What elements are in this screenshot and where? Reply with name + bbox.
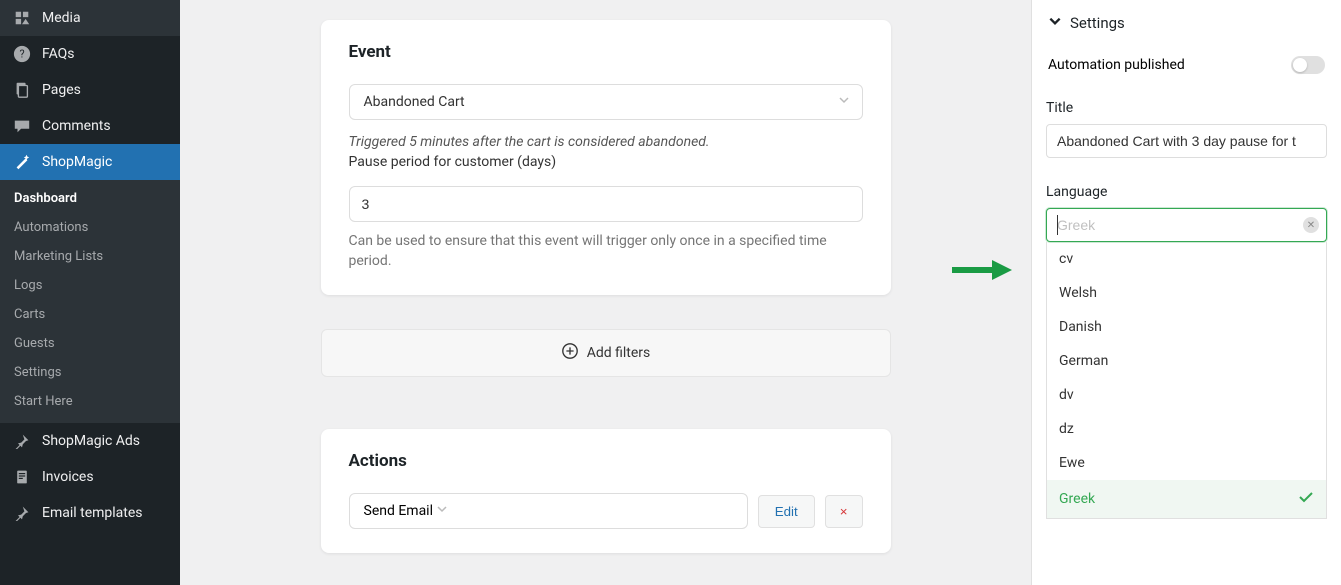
add-filters-label: Add filters (587, 345, 651, 361)
sidebar-label: FAQs (42, 46, 75, 62)
event-title: Event (349, 42, 863, 62)
language-option-selected[interactable]: Greek (1047, 480, 1326, 518)
settings-header-label: Settings (1070, 14, 1125, 32)
sidebar-label: Invoices (42, 469, 94, 485)
main-content: Event Abandoned Cart Triggered 5 minutes… (180, 0, 1031, 585)
title-input[interactable] (1046, 124, 1327, 158)
action-select[interactable]: Send Email (349, 493, 748, 529)
language-dropdown: cv Welsh Danish German dv dz Ewe Greek (1046, 242, 1327, 519)
sidebar-label: Pages (42, 82, 81, 98)
event-card: Event Abandoned Cart Triggered 5 minutes… (321, 20, 891, 295)
language-option[interactable]: German (1047, 344, 1326, 378)
chevron-down-icon (436, 503, 448, 519)
sidebar-item-shopmagic-ads[interactable]: ShopMagic Ads (0, 423, 180, 459)
settings-header[interactable]: Settings (1046, 0, 1327, 50)
language-option[interactable]: cv (1047, 242, 1326, 276)
help-icon: ? (12, 44, 32, 64)
sidebar-sub-dashboard[interactable]: Dashboard (0, 184, 180, 213)
clear-icon[interactable]: ✕ (1303, 217, 1319, 233)
settings-panel: Settings Automation published Title Lang… (1031, 0, 1341, 585)
language-label: Language (1046, 184, 1327, 200)
publish-label: Automation published (1048, 57, 1185, 73)
plus-circle-icon (561, 342, 579, 364)
delete-button[interactable]: × (825, 495, 863, 528)
sidebar-item-email-templates[interactable]: Email templates (0, 495, 180, 531)
language-option[interactable]: dv (1047, 378, 1326, 412)
sidebar-item-comments[interactable]: Comments (0, 108, 180, 144)
comments-icon (12, 116, 32, 136)
wand-icon (12, 152, 32, 172)
language-search-input[interactable] (1046, 208, 1327, 242)
media-icon (12, 8, 32, 28)
sidebar-label: ShopMagic Ads (42, 433, 140, 449)
sidebar-label: Media (42, 10, 81, 26)
sidebar-item-media[interactable]: Media (0, 0, 180, 36)
language-option[interactable]: Welsh (1047, 276, 1326, 310)
admin-sidebar: Media ? FAQs Pages Comments ShopMagic Da… (0, 0, 180, 585)
actions-title: Actions (349, 451, 863, 471)
sidebar-sub-marketing-lists[interactable]: Marketing Lists (0, 242, 180, 271)
pages-icon (12, 80, 32, 100)
language-option-label: Greek (1059, 491, 1095, 507)
arrow-annotation-icon (952, 260, 1012, 284)
event-trigger-note: Triggered 5 minutes after the cart is co… (349, 134, 863, 150)
sidebar-item-shopmagic[interactable]: ShopMagic (0, 144, 180, 180)
edit-button[interactable]: Edit (758, 495, 815, 528)
title-label: Title (1046, 100, 1327, 116)
pause-label: Pause period for customer (days) (349, 154, 863, 170)
sidebar-sub-automations[interactable]: Automations (0, 213, 180, 242)
sidebar-label: Email templates (42, 505, 143, 521)
sidebar-item-faqs[interactable]: ? FAQs (0, 36, 180, 72)
sidebar-sub-logs[interactable]: Logs (0, 271, 180, 300)
text-caret (1057, 215, 1058, 235)
invoice-icon (12, 467, 32, 487)
sidebar-sub-settings[interactable]: Settings (0, 358, 180, 387)
event-select-value: Abandoned Cart (364, 94, 465, 110)
language-search-wrap: ✕ (1046, 208, 1327, 242)
actions-card: Actions Send Email Edit × (321, 429, 891, 553)
action-select-value: Send Email (364, 503, 434, 519)
sidebar-item-pages[interactable]: Pages (0, 72, 180, 108)
pin-icon (12, 503, 32, 523)
event-select[interactable]: Abandoned Cart (349, 84, 863, 120)
check-icon (1298, 489, 1314, 509)
sidebar-subgroup: Dashboard Automations Marketing Lists Lo… (0, 180, 180, 423)
sidebar-sub-guests[interactable]: Guests (0, 329, 180, 358)
pin-icon (12, 431, 32, 451)
publish-toggle[interactable] (1291, 56, 1325, 74)
language-option[interactable]: Danish (1047, 310, 1326, 344)
chevron-down-icon (838, 94, 850, 110)
sidebar-label: ShopMagic (42, 154, 112, 170)
sidebar-item-invoices[interactable]: Invoices (0, 459, 180, 495)
pause-hint: Can be used to ensure that this event wi… (349, 232, 863, 271)
language-option[interactable]: Ewe (1047, 446, 1326, 480)
svg-text:?: ? (19, 48, 24, 61)
sidebar-sub-carts[interactable]: Carts (0, 300, 180, 329)
sidebar-label: Comments (42, 118, 111, 134)
sidebar-sub-start-here[interactable]: Start Here (0, 387, 180, 416)
language-option[interactable]: dz (1047, 412, 1326, 446)
pause-input[interactable] (349, 186, 863, 222)
chevron-down-icon (1048, 14, 1062, 32)
add-filters-button[interactable]: Add filters (321, 329, 891, 377)
